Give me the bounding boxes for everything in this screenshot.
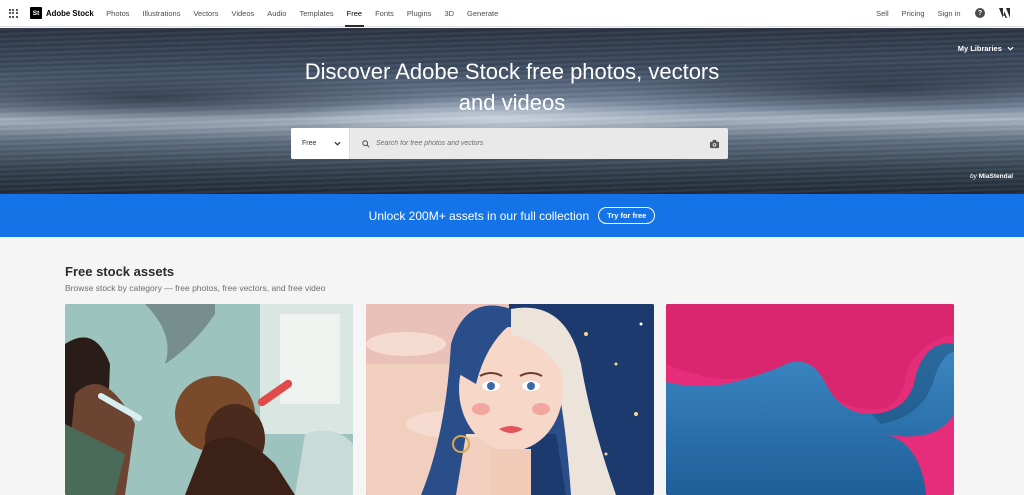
- brand-name: Adobe Stock: [46, 8, 94, 18]
- nav-link-templates[interactable]: Templates: [293, 0, 340, 27]
- abstract-thumbnail: [666, 304, 954, 495]
- help-icon[interactable]: ?: [975, 8, 985, 18]
- nav-link-generate[interactable]: Generate: [461, 0, 505, 27]
- nav-link-photos[interactable]: Photos: [100, 0, 136, 27]
- search-filter-value: Free: [302, 140, 317, 147]
- category-card-photos[interactable]: [65, 304, 353, 495]
- search-input[interactable]: [376, 140, 709, 147]
- promo-banner: Unlock 200M+ assets in our full collecti…: [0, 194, 1024, 237]
- nav-sign-in[interactable]: Sign in: [931, 0, 967, 27]
- promo-text: Unlock 200M+ assets in our full collecti…: [368, 208, 590, 223]
- search-icon: [362, 139, 370, 148]
- nav-pricing[interactable]: Pricing: [895, 0, 931, 27]
- nav-link-free[interactable]: Free: [340, 0, 368, 27]
- apps-grid-icon[interactable]: [0, 0, 26, 27]
- nav-links: Photos Illustrations Vectors Videos Audio Tem…: [100, 0, 505, 27]
- category-card-abstract[interactable]: [666, 304, 954, 495]
- nav-link-videos[interactable]: Videos: [225, 0, 261, 27]
- search-filter-select[interactable]: Free: [291, 128, 350, 159]
- try-for-free-button[interactable]: Try for free: [598, 207, 656, 224]
- section-subtitle: Browse stock by category — free photos, …: [65, 283, 326, 293]
- nav-link-audio[interactable]: Audio: [261, 0, 293, 27]
- section-title: Free stock assets: [65, 264, 175, 279]
- search-bar: Free: [291, 128, 728, 159]
- vector-thumbnail: [366, 304, 654, 495]
- search-field: [350, 128, 728, 159]
- hero-title: Discover Adobe Stock free photos, vector…: [262, 56, 762, 118]
- visual-search-camera-icon[interactable]: [709, 139, 720, 149]
- nav-link-plugins[interactable]: Plugins: [400, 0, 438, 27]
- photo-credit-name: MiaStendal: [978, 173, 1013, 180]
- adobe-logo-icon[interactable]: [999, 8, 1010, 18]
- chevron-down-icon: [334, 141, 341, 146]
- nav-link-vectors[interactable]: Vectors: [187, 0, 225, 27]
- category-card-vectors[interactable]: [366, 304, 654, 495]
- my-libraries-label: My Libraries: [957, 44, 1002, 53]
- my-libraries-button[interactable]: My Libraries: [958, 44, 1014, 53]
- stock-logo-icon: St: [30, 7, 42, 19]
- nav-link-fonts[interactable]: Fonts: [369, 0, 401, 27]
- photo-thumbnail: [65, 304, 353, 495]
- hero-banner: My Libraries Discover Adobe Stock free p…: [0, 28, 1024, 194]
- hero-title-line-1: Discover Adobe Stock free photos, vector…: [304, 59, 720, 84]
- hero-title-line-2: and videos: [458, 90, 566, 115]
- brand-logo[interactable]: St Adobe Stock: [30, 7, 94, 19]
- nav-link-3d[interactable]: 3D: [438, 0, 461, 27]
- photo-credit-prefix: by: [970, 173, 977, 180]
- nav-link-illustrations[interactable]: Illustrations: [136, 0, 187, 27]
- chevron-down-icon: [1007, 46, 1014, 51]
- top-nav: St Adobe Stock Photos Illustrations Vector…: [0, 0, 1024, 27]
- photo-credit[interactable]: by MiaStendal: [970, 173, 1013, 180]
- nav-sell[interactable]: Sell: [870, 0, 896, 27]
